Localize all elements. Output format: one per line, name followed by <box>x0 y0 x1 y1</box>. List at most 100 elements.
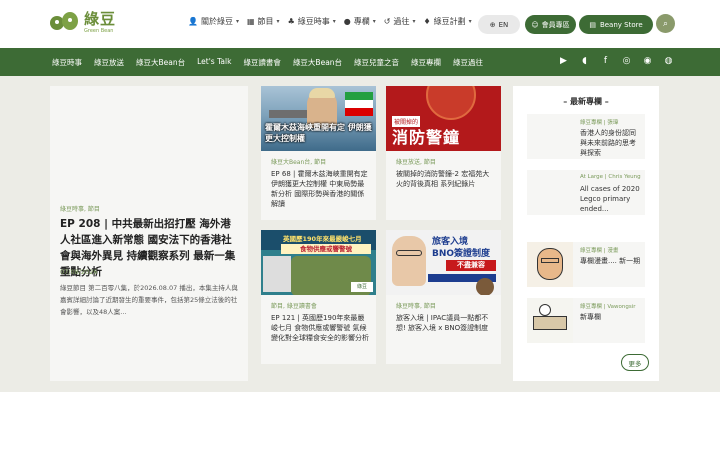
article-card[interactable]: 旅客入境 BNO簽證制度 不盡兼容 綠豆時事, 節目 旅客入境 | IPAC議員… <box>386 230 501 364</box>
sidebar-item-image[interactable] <box>527 242 573 287</box>
search-icon: ⌕ <box>662 18 669 29</box>
person-icon: 👤 <box>188 17 198 26</box>
globe-icon: ⊕ <box>489 20 496 29</box>
logo-text-en: Green Bean <box>84 28 114 34</box>
article-card[interactable]: 霍爾木茲海峽重開有定 伊朗獲更大控制權 綠豆大Bean台, 節目 EP 68 |… <box>261 86 376 220</box>
top-nav: 👤 關於綠豆 ▾ ▦ 節目 ▾ ♣ 綠豆時事 ▾ ● 專欄 ▾ ↺ 過往 ▾ ♦… <box>188 16 472 27</box>
article-title[interactable]: EP 121 | 英國歷190年來最嚴峻七月 食物供應或響警號 氣候變化對全球糧… <box>271 313 369 343</box>
sidebar-item-category[interactable]: 綠豆專欄 | Vawongsir <box>580 302 636 310</box>
chevron-down-icon: ▾ <box>235 18 239 25</box>
article-thumbnail[interactable]: 旅客入境 BNO簽證制度 不盡兼容 <box>386 230 501 295</box>
top-nav-label: 節目 <box>257 17 274 26</box>
article-title[interactable]: 旅客入境 | IPAC議員一點都不想! 旅客入境 x BNO簽證制度 <box>396 313 494 333</box>
latest-columns-sidebar: – 最新專欄 – 綠豆專欄 | 張瑋 香港人的身份認同 與未來前路的思考與探索 … <box>513 86 659 381</box>
navbar-link-archive[interactable]: 綠豆過往 <box>453 57 483 68</box>
site-header: 綠豆 Green Bean 👤 關於綠豆 ▾ ▦ 節目 ▾ ♣ 綠豆時事 ▾ ●… <box>0 0 720 48</box>
top-nav-programs[interactable]: ▦ 節目 ▾ <box>247 16 280 27</box>
chevron-down-icon: ▾ <box>412 18 416 25</box>
store-button[interactable]: ▤ Beany Store <box>579 15 653 34</box>
article-title[interactable]: EP 68 | 霍爾木茲海峽重開有定 伊朗獲更大控制權 中東局勢最新分析 國際形… <box>271 169 369 209</box>
sidebar-item-title[interactable]: All cases of 2020 Legco primary ended... <box>580 184 642 214</box>
sidebar-item-title[interactable]: 香港人的身份認同 與未來前路的思考與探索 <box>580 128 642 158</box>
top-nav-news[interactable]: ♣ 綠豆時事 ▾ <box>288 16 336 27</box>
navbar-link-bean-stage[interactable]: 綠豆大Bean台 <box>136 57 185 68</box>
navbar-link-columns[interactable]: 綠豆專欄 <box>411 57 441 68</box>
video-icon: ▦ <box>246 17 255 26</box>
chevron-down-icon: ▾ <box>372 18 376 25</box>
top-nav-label: 專欄 <box>353 17 370 26</box>
navbar-link-lets-talk[interactable]: Let's Talk <box>197 57 231 68</box>
top-nav-columns[interactable]: ● 專欄 ▾ <box>344 16 376 27</box>
podcast-icon[interactable]: ◍ <box>663 56 674 67</box>
article-thumbnail[interactable]: 英國歷190年來最嚴峻七月 食物供應或響警號 綠豆 <box>261 230 376 295</box>
featured-category[interactable]: 綠豆時事, 節目 <box>60 204 100 213</box>
top-nav-label: 綠豆計劃 <box>433 17 466 26</box>
sidebar-item-title[interactable]: 新專欄 <box>580 312 642 322</box>
article-thumbnail[interactable]: 霍爾木茲海峽重開有定 伊朗獲更大控制權 <box>261 86 376 151</box>
site-logo[interactable]: 綠豆 Green Bean <box>50 10 116 36</box>
user-icon: ☺ <box>531 20 539 29</box>
top-nav-projects[interactable]: ♦ 綠豆計劃 ▾ <box>423 16 471 27</box>
youtube-icon[interactable]: ▶ <box>558 56 569 67</box>
sidebar-item[interactable]: 綠豆專欄 | 漫畫 專欄漫畫.... 新一期 <box>527 242 645 287</box>
sidebar-item-category[interactable]: 綠豆專欄 | 漫畫 <box>580 246 618 254</box>
navbar-link-kids[interactable]: 綠豆兒童之音 <box>354 57 399 68</box>
chat-icon: ● <box>343 17 351 26</box>
navbar-link-broadcast[interactable]: 綠豆放送 <box>94 57 124 68</box>
thumbnail-banner: 食物供應或響警號 <box>281 244 371 254</box>
chevron-down-icon: ▾ <box>468 18 472 25</box>
sidebar-item-category[interactable]: 綠豆專欄 | 張瑋 <box>580 118 618 126</box>
top-nav-label: 關於綠豆 <box>200 17 233 26</box>
article-card[interactable]: 被關掉的 消防警鐘 綠豆放送, 節目 被關掉的消防警鐘-2 宏福苑大火的背後真相… <box>386 86 501 220</box>
facebook-icon[interactable]: f <box>600 56 611 67</box>
thumbnail-red-banner: 不盡兼容 <box>446 260 496 271</box>
chevron-down-icon: ▾ <box>276 18 280 25</box>
language-label: EN <box>498 20 509 29</box>
member-label: 會員專區 <box>541 20 570 29</box>
language-button[interactable]: ⊕ EN <box>478 15 520 34</box>
spotify-icon[interactable]: ◉ <box>642 56 653 67</box>
social-links: ▶ ◖ f ◎ ◉ ◍ <box>558 56 674 67</box>
navbar-link-bean-stage-2[interactable]: 綠豆大Bean台 <box>293 57 342 68</box>
featured-article[interactable]: 綠豆時事, 節目 EP 208 | 中共最新出招打壓 海外港人社區進入新常態 國… <box>50 86 248 381</box>
main-navbar: 綠豆時事 綠豆放送 綠豆大Bean台 Let's Talk 綠豆讀書會 綠豆大B… <box>0 48 720 76</box>
sidebar-heading: – 最新專欄 – <box>563 97 609 106</box>
article-category[interactable]: 節目, 綠豆讀書會 <box>271 301 317 310</box>
thumbnail-title: 英國歷190年來最嚴峻七月 <box>283 235 362 243</box>
article-category[interactable]: 綠豆放送, 節目 <box>396 157 436 166</box>
sidebar-item[interactable]: 綠豆專欄 | 張瑋 香港人的身份認同 與未來前路的思考與探索 <box>527 114 645 159</box>
bulb-icon: ♦ <box>423 17 431 26</box>
thumbnail-badge: 綠豆 <box>351 282 373 292</box>
thumbnail-caption: 霍爾木茲海峽重開有定 伊朗獲更大控制權 <box>265 123 372 143</box>
store-icon: ▤ <box>589 20 596 29</box>
patreon-icon[interactable]: ◖ <box>579 56 590 67</box>
sidebar-item-image[interactable] <box>527 298 573 343</box>
sidebar-item[interactable]: 綠豆專欄 | Vawongsir 新專欄 <box>527 298 645 343</box>
search-button[interactable]: ⌕ <box>656 14 675 33</box>
tree-icon: ♣ <box>287 17 295 26</box>
article-thumbnail[interactable]: 被關掉的 消防警鐘 <box>386 86 501 151</box>
sidebar-item[interactable]: At Large | Chris Yeung All cases of 2020… <box>527 170 645 215</box>
instagram-icon[interactable]: ◎ <box>621 56 632 67</box>
sidebar-item-title[interactable]: 專欄漫畫.... 新一期 <box>580 256 642 266</box>
featured-date: 07/08/2026 <box>60 268 98 276</box>
article-card[interactable]: 英國歷190年來最嚴峻七月 食物供應或響警號 綠豆 節目, 綠豆讀書會 EP 1… <box>261 230 376 364</box>
top-nav-history[interactable]: ↺ 過往 ▾ <box>384 16 416 27</box>
top-nav-label: 過往 <box>393 17 410 26</box>
article-category[interactable]: 綠豆大Bean台, 節目 <box>271 157 326 166</box>
sidebar-item-category[interactable]: At Large | Chris Yeung <box>580 174 641 180</box>
member-area-button[interactable]: ☺ 會員專區 <box>525 15 576 34</box>
navbar-links: 綠豆時事 綠豆放送 綠豆大Bean台 Let's Talk 綠豆讀書會 綠豆大B… <box>52 57 483 68</box>
logo-text-cn: 綠豆 <box>84 10 117 28</box>
featured-excerpt: 綠豆節目 第二百零八集，於2026.08.07 播出，本集主持人與嘉賓詳細討論了… <box>60 284 238 316</box>
article-category[interactable]: 綠豆時事, 節目 <box>396 301 436 310</box>
more-columns-button[interactable]: 更多 <box>621 354 649 371</box>
navbar-link-news[interactable]: 綠豆時事 <box>52 57 82 68</box>
store-label: Beany Store <box>599 20 643 29</box>
history-icon: ↺ <box>383 17 391 26</box>
thumbnail-headline: 消防警鐘 <box>392 128 461 147</box>
iran-flag-icon <box>345 92 373 116</box>
article-title[interactable]: 被關掉的消防警鐘-2 宏福苑大火的背後真相 系列紀錄片 <box>396 169 494 189</box>
navbar-link-book-club[interactable]: 綠豆讀書會 <box>243 57 281 68</box>
top-nav-about[interactable]: 👤 關於綠豆 ▾ <box>188 16 239 27</box>
